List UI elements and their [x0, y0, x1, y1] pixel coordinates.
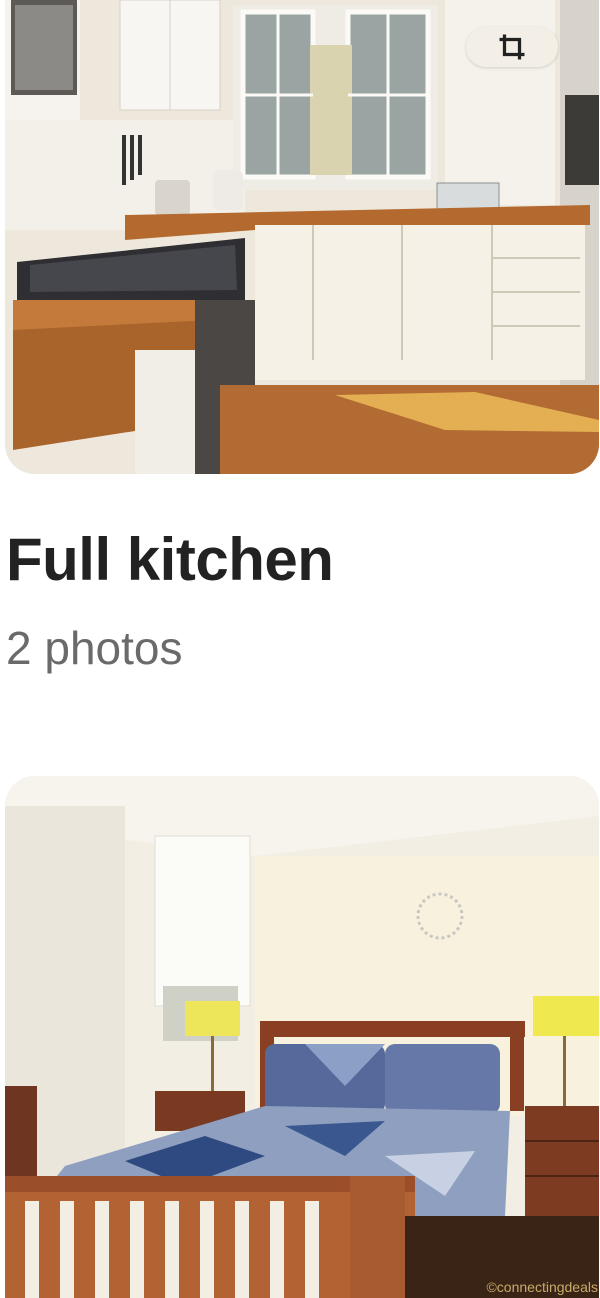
crop-button[interactable]: [466, 27, 558, 67]
section-title: Full kitchen: [6, 526, 334, 593]
kitchen-photo[interactable]: [5, 0, 599, 474]
photo-count: 2 photos: [6, 622, 183, 674]
kitchen-illustration: [5, 0, 599, 474]
crop-icon: [499, 34, 525, 60]
bedroom-illustration: [5, 776, 599, 1298]
watermark: ©connectingdeals: [486, 1279, 598, 1295]
bedroom-photo[interactable]: [5, 776, 599, 1298]
